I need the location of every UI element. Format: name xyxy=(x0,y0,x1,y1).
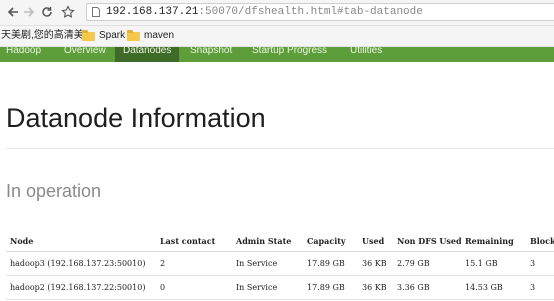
datanode-table: Node Last contact Admin State Capacity U… xyxy=(6,231,554,300)
table-row: hadoop3 (192.168.137.23:50010) 2 In Serv… xyxy=(6,251,554,276)
nav-tab-startup-progress[interactable]: Startup Progress xyxy=(252,47,342,62)
address-bar[interactable]: 192.168.137.21:50070/dfshealth.html#tab-… xyxy=(86,3,554,21)
capacity-cell: 17.89 GB xyxy=(303,251,358,276)
table-row: hadoop2 (192.168.137.22:50010) 0 In Serv… xyxy=(6,275,554,300)
nav-label: Hadoop xyxy=(6,47,42,56)
capacity-cell: 17.89 GB xyxy=(303,275,358,300)
column-header[interactable]: Last contact xyxy=(156,231,232,252)
folder-icon xyxy=(127,29,140,41)
remaining-cell: 15.1 GB xyxy=(461,251,526,276)
bookmark-label: maven xyxy=(144,30,175,41)
bookmark-folder-spark[interactable]: Spark xyxy=(82,26,125,46)
header-divider xyxy=(6,148,554,149)
nav-tab-overview[interactable]: Overview xyxy=(60,47,114,62)
remaining-cell: 14.53 GB xyxy=(461,275,526,300)
page-icon xyxy=(92,7,100,17)
used-cell: 36 KB xyxy=(358,251,393,276)
browser-toolbar: 192.168.137.21:50070/dfshealth.html#tab-… xyxy=(0,0,554,26)
bookmark-label: Spark xyxy=(99,30,126,41)
bookmark-star-icon[interactable] xyxy=(59,3,77,21)
bookmark-folder-maven[interactable]: maven xyxy=(127,26,174,46)
column-header[interactable]: Remaining xyxy=(461,231,526,252)
forward-icon[interactable] xyxy=(20,3,38,21)
non-dfs-used-cell: 2.79 GB xyxy=(393,251,461,276)
nav-label: Startup Progress xyxy=(252,47,328,56)
used-cell: 36 KB xyxy=(358,275,393,300)
nav-tab-utilities[interactable]: Utilities xyxy=(350,47,410,62)
column-header[interactable]: Admin State xyxy=(232,231,303,252)
table-header-row: Node Last contact Admin State Capacity U… xyxy=(6,231,554,252)
nav-tab-datanodes[interactable]: Datanodes xyxy=(115,47,179,62)
section-title: In operation xyxy=(6,181,102,201)
last-contact-cell: 2 xyxy=(156,251,232,276)
last-contact-cell: 0 xyxy=(156,275,232,300)
bookmarks-bar: 天美剧,您的高清美 Spark maven xyxy=(0,26,554,47)
column-header[interactable]: Blocks xyxy=(526,231,554,252)
nav-tab-snapshot[interactable]: Snapshot xyxy=(190,47,245,62)
node-cell: hadoop2 (192.168.137.22:50010) xyxy=(6,275,156,300)
reload-icon[interactable] xyxy=(38,3,56,21)
nav-label: Utilities xyxy=(350,47,383,56)
folder-icon xyxy=(82,29,95,41)
bookmark-label: 天美剧,您的高清美 xyxy=(1,30,84,41)
node-cell: hadoop3 (192.168.137.23:50010) xyxy=(6,251,156,276)
admin-state-cell: In Service xyxy=(232,251,303,276)
page-title: Datanode Information xyxy=(6,103,266,133)
blocks-cell: 3 xyxy=(526,275,554,300)
column-header[interactable]: Non DFS Used xyxy=(393,231,461,252)
nav-label: Overview xyxy=(64,47,106,56)
column-header[interactable]: Used xyxy=(358,231,393,252)
nav-label: Datanodes xyxy=(123,47,172,56)
blocks-cell: 3 xyxy=(526,251,554,276)
url-path: :50070/dfshealth.html#tab-datanode xyxy=(198,6,423,18)
non-dfs-used-cell: 3.36 GB xyxy=(393,275,461,300)
column-header[interactable]: Node xyxy=(6,231,156,252)
column-header[interactable]: Capacity xyxy=(303,231,358,252)
main-navbar: Hadoop Overview Datanodes Snapshot Start… xyxy=(0,47,554,62)
nav-label: Snapshot xyxy=(190,47,233,56)
url-host: 192.168.137.21 xyxy=(106,6,199,18)
admin-state-cell: In Service xyxy=(232,275,303,300)
bookmark-item[interactable]: 天美剧,您的高清美 xyxy=(1,26,84,46)
